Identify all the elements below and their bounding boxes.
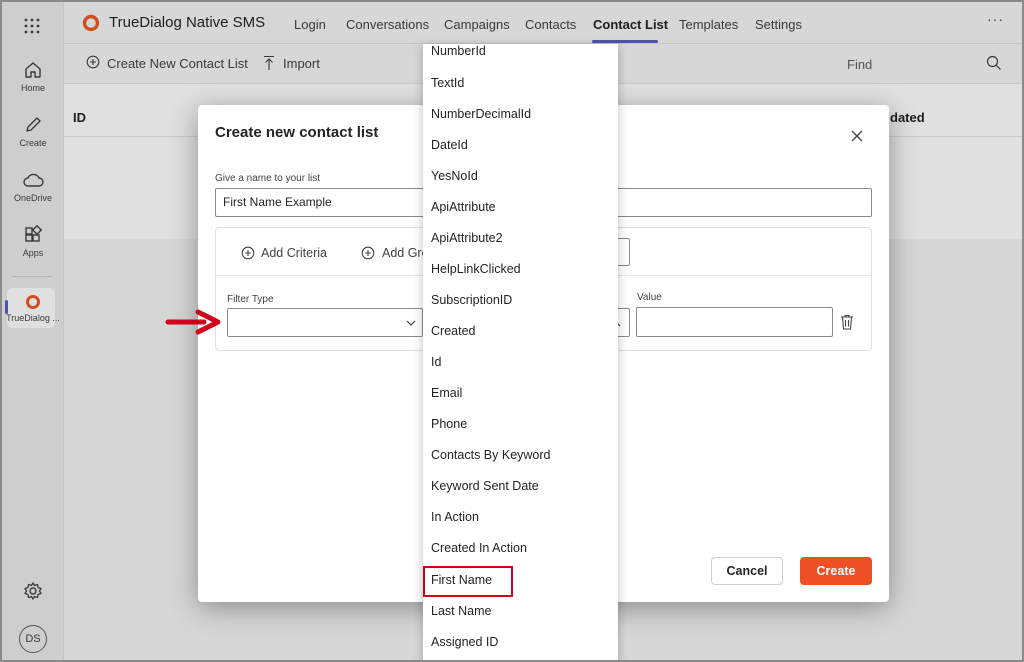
add-criteria-button[interactable]: Add Criteria	[261, 246, 327, 260]
add-group-button[interactable]: Add Gro	[382, 246, 429, 260]
dialog-title: Create new contact list	[215, 124, 379, 141]
dropdown-option[interactable]: Phone	[431, 417, 467, 431]
close-icon[interactable]	[849, 128, 865, 144]
dropdown-option[interactable]: NumberDecimalId	[431, 107, 531, 121]
annotation-arrow-icon	[165, 309, 221, 335]
value-label: Value	[637, 292, 662, 303]
dropdown-option[interactable]: In Action	[431, 510, 479, 524]
cancel-button[interactable]: Cancel	[711, 557, 783, 585]
delete-icon[interactable]	[840, 314, 854, 330]
list-name-label: Give a name to your list	[215, 173, 321, 184]
highlight-box	[423, 566, 513, 597]
add-circle-icon	[361, 246, 375, 260]
value-input[interactable]	[636, 307, 833, 337]
dropdown-option[interactable]: SubscriptionID	[431, 293, 512, 307]
dropdown-option[interactable]: Email	[431, 386, 462, 400]
dropdown-option[interactable]: YesNoId	[431, 169, 478, 183]
dropdown-option[interactable]: Id	[431, 355, 441, 369]
dropdown-option[interactable]: Created In Action	[431, 541, 527, 555]
dropdown-option[interactable]: Last Name	[431, 604, 491, 618]
filter-type-select[interactable]	[227, 308, 423, 337]
chevron-down-icon	[406, 320, 416, 326]
filter-type-dropdown: NumberId TextId NumberDecimalId DateId Y…	[423, 44, 618, 660]
dropdown-option[interactable]: Contacts By Keyword	[431, 448, 551, 462]
dropdown-option[interactable]: ApiAttribute	[431, 200, 496, 214]
dropdown-option[interactable]: ApiAttribute2	[431, 231, 503, 245]
dropdown-option[interactable]: Assigned ID	[431, 635, 498, 649]
filter-type-label: Filter Type	[227, 294, 274, 305]
add-circle-icon	[241, 246, 255, 260]
app-window: Home Create OneDrive Apps TrueDialog ...…	[0, 0, 1024, 662]
dropdown-option[interactable]: Keyword Sent Date	[431, 479, 539, 493]
dropdown-option[interactable]: TextId	[431, 76, 464, 90]
dropdown-option[interactable]: HelpLinkClicked	[431, 262, 521, 276]
dropdown-option[interactable]: DateId	[431, 138, 468, 152]
create-button[interactable]: Create	[800, 557, 872, 585]
dropdown-option[interactable]: NumberId	[431, 44, 486, 58]
dropdown-option[interactable]: Created	[431, 324, 475, 338]
